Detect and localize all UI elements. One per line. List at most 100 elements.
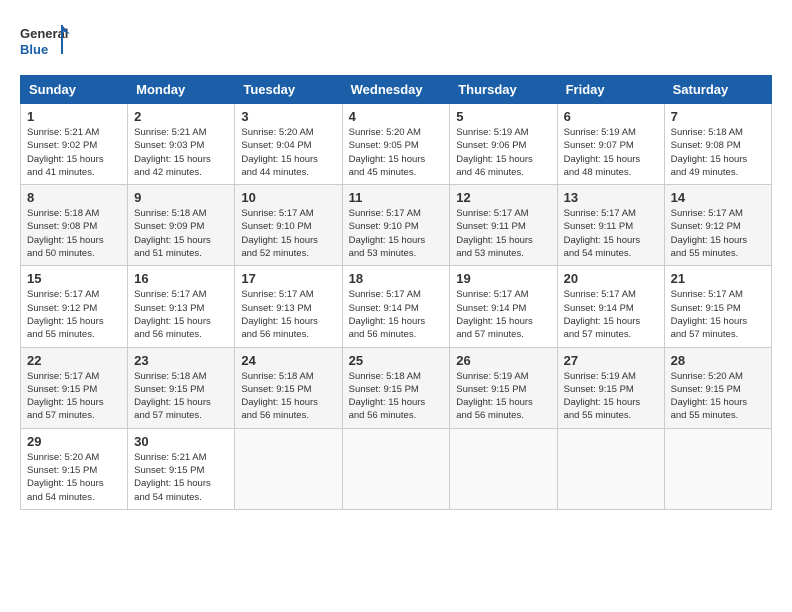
- calendar-cell: 6 Sunrise: 5:19 AM Sunset: 9:07 PM Daylig…: [557, 104, 664, 185]
- calendar-cell: 4Sunrise: 5:20 AM Sunset: 9:05 PM Daylig…: [342, 104, 450, 185]
- day-number: 23: [134, 353, 228, 368]
- day-number: 21: [671, 271, 765, 286]
- calendar-cell: 14 Sunrise: 5:17 AM Sunset: 9:12 PM Dayli…: [664, 185, 771, 266]
- day-number: 18: [349, 271, 444, 286]
- calendar-cell: 1 Sunrise: 5:21 AM Sunset: 9:02 PM Daylig…: [21, 104, 128, 185]
- day-info: Sunrise: 5:17 AM Sunset: 9:12 PM Dayligh…: [27, 288, 121, 341]
- calendar-cell: 3 Sunrise: 5:20 AM Sunset: 9:04 PM Daylig…: [235, 104, 342, 185]
- calendar-cell: 7 Sunrise: 5:18 AM Sunset: 9:08 PM Daylig…: [664, 104, 771, 185]
- column-header-saturday: Saturday: [664, 76, 771, 104]
- day-info: Sunrise: 5:17 AM Sunset: 9:15 PM Dayligh…: [671, 288, 765, 341]
- day-number: 15: [27, 271, 121, 286]
- calendar-cell: 30 Sunrise: 5:21 AM Sunset: 9:15 PM Dayli…: [128, 428, 235, 509]
- calendar-week-row: 1 Sunrise: 5:21 AM Sunset: 9:02 PM Daylig…: [21, 104, 772, 185]
- day-info: Sunrise: 5:21 AM Sunset: 9:03 PM Dayligh…: [134, 126, 228, 179]
- calendar-cell: 10 Sunrise: 5:17 AM Sunset: 9:10 PM Dayli…: [235, 185, 342, 266]
- day-number: 14: [671, 190, 765, 205]
- day-info: Sunrise: 5:19 AM Sunset: 9:15 PM Dayligh…: [456, 370, 550, 423]
- day-info: Sunrise: 5:17 AM Sunset: 9:14 PM Dayligh…: [349, 288, 444, 341]
- calendar-cell: 5 Sunrise: 5:19 AM Sunset: 9:06 PM Daylig…: [450, 104, 557, 185]
- calendar-cell: 9 Sunrise: 5:18 AM Sunset: 9:09 PM Daylig…: [128, 185, 235, 266]
- calendar-cell: 29Sunrise: 5:20 AM Sunset: 9:15 PM Dayli…: [21, 428, 128, 509]
- day-info: Sunrise: 5:21 AM Sunset: 9:15 PM Dayligh…: [134, 451, 228, 504]
- column-header-wednesday: Wednesday: [342, 76, 450, 104]
- day-info: Sunrise: 5:17 AM Sunset: 9:13 PM Dayligh…: [241, 288, 335, 341]
- day-info: Sunrise: 5:18 AM Sunset: 9:15 PM Dayligh…: [241, 370, 335, 423]
- calendar-header-row: SundayMondayTuesdayWednesdayThursdayFrid…: [21, 76, 772, 104]
- day-number: 26: [456, 353, 550, 368]
- calendar-cell: 13 Sunrise: 5:17 AM Sunset: 9:11 PM Dayli…: [557, 185, 664, 266]
- day-number: 6: [564, 109, 658, 124]
- calendar-week-row: 8Sunrise: 5:18 AM Sunset: 9:08 PM Daylig…: [21, 185, 772, 266]
- day-info: Sunrise: 5:17 AM Sunset: 9:11 PM Dayligh…: [456, 207, 550, 260]
- day-number: 5: [456, 109, 550, 124]
- column-header-tuesday: Tuesday: [235, 76, 342, 104]
- day-info: Sunrise: 5:17 AM Sunset: 9:14 PM Dayligh…: [564, 288, 658, 341]
- day-info: Sunrise: 5:17 AM Sunset: 9:10 PM Dayligh…: [241, 207, 335, 260]
- day-number: 1: [27, 109, 121, 124]
- column-header-sunday: Sunday: [21, 76, 128, 104]
- day-info: Sunrise: 5:17 AM Sunset: 9:11 PM Dayligh…: [564, 207, 658, 260]
- day-info: Sunrise: 5:17 AM Sunset: 9:10 PM Dayligh…: [349, 207, 444, 260]
- calendar-cell: [664, 428, 771, 509]
- day-number: 22: [27, 353, 121, 368]
- day-number: 11: [349, 190, 444, 205]
- day-number: 4: [349, 109, 444, 124]
- day-number: 8: [27, 190, 121, 205]
- calendar-cell: 20 Sunrise: 5:17 AM Sunset: 9:14 PM Dayli…: [557, 266, 664, 347]
- calendar-table: SundayMondayTuesdayWednesdayThursdayFrid…: [20, 75, 772, 510]
- calendar-cell: 15 Sunrise: 5:17 AM Sunset: 9:12 PM Dayli…: [21, 266, 128, 347]
- day-number: 20: [564, 271, 658, 286]
- day-number: 30: [134, 434, 228, 449]
- day-number: 3: [241, 109, 335, 124]
- day-number: 13: [564, 190, 658, 205]
- column-header-monday: Monday: [128, 76, 235, 104]
- calendar-cell: 18 Sunrise: 5:17 AM Sunset: 9:14 PM Dayli…: [342, 266, 450, 347]
- day-info: Sunrise: 5:19 AM Sunset: 9:06 PM Dayligh…: [456, 126, 550, 179]
- calendar-cell: [557, 428, 664, 509]
- day-number: 9: [134, 190, 228, 205]
- calendar-cell: 12 Sunrise: 5:17 AM Sunset: 9:11 PM Dayli…: [450, 185, 557, 266]
- calendar-cell: 26 Sunrise: 5:19 AM Sunset: 9:15 PM Dayli…: [450, 347, 557, 428]
- calendar-cell: 22 Sunrise: 5:17 AM Sunset: 9:15 PM Dayli…: [21, 347, 128, 428]
- day-info: Sunrise: 5:17 AM Sunset: 9:12 PM Dayligh…: [671, 207, 765, 260]
- calendar-cell: 27 Sunrise: 5:19 AM Sunset: 9:15 PM Dayli…: [557, 347, 664, 428]
- calendar-cell: 2Sunrise: 5:21 AM Sunset: 9:03 PM Daylig…: [128, 104, 235, 185]
- day-info: Sunrise: 5:20 AM Sunset: 9:15 PM Dayligh…: [27, 451, 121, 504]
- calendar-cell: 17 Sunrise: 5:17 AM Sunset: 9:13 PM Dayli…: [235, 266, 342, 347]
- svg-text:Blue: Blue: [20, 42, 48, 57]
- day-number: 10: [241, 190, 335, 205]
- calendar-cell: 19Sunrise: 5:17 AM Sunset: 9:14 PM Dayli…: [450, 266, 557, 347]
- calendar-cell: [342, 428, 450, 509]
- page-header: General Blue: [20, 20, 772, 65]
- calendar-cell: 24 Sunrise: 5:18 AM Sunset: 9:15 PM Dayli…: [235, 347, 342, 428]
- logo: General Blue: [20, 20, 70, 65]
- day-info: Sunrise: 5:20 AM Sunset: 9:15 PM Dayligh…: [671, 370, 765, 423]
- day-number: 24: [241, 353, 335, 368]
- day-number: 7: [671, 109, 765, 124]
- day-info: Sunrise: 5:19 AM Sunset: 9:15 PM Dayligh…: [564, 370, 658, 423]
- day-number: 19: [456, 271, 550, 286]
- calendar-cell: 8Sunrise: 5:18 AM Sunset: 9:08 PM Daylig…: [21, 185, 128, 266]
- calendar-week-row: 22 Sunrise: 5:17 AM Sunset: 9:15 PM Dayli…: [21, 347, 772, 428]
- day-info: Sunrise: 5:18 AM Sunset: 9:15 PM Dayligh…: [134, 370, 228, 423]
- day-info: Sunrise: 5:19 AM Sunset: 9:07 PM Dayligh…: [564, 126, 658, 179]
- column-header-friday: Friday: [557, 76, 664, 104]
- column-header-thursday: Thursday: [450, 76, 557, 104]
- day-info: Sunrise: 5:17 AM Sunset: 9:15 PM Dayligh…: [27, 370, 121, 423]
- day-info: Sunrise: 5:17 AM Sunset: 9:13 PM Dayligh…: [134, 288, 228, 341]
- calendar-week-row: 29Sunrise: 5:20 AM Sunset: 9:15 PM Dayli…: [21, 428, 772, 509]
- day-info: Sunrise: 5:20 AM Sunset: 9:04 PM Dayligh…: [241, 126, 335, 179]
- day-info: Sunrise: 5:21 AM Sunset: 9:02 PM Dayligh…: [27, 126, 121, 179]
- calendar-cell: [450, 428, 557, 509]
- calendar-cell: 16Sunrise: 5:17 AM Sunset: 9:13 PM Dayli…: [128, 266, 235, 347]
- day-info: Sunrise: 5:18 AM Sunset: 9:09 PM Dayligh…: [134, 207, 228, 260]
- day-number: 27: [564, 353, 658, 368]
- calendar-week-row: 15 Sunrise: 5:17 AM Sunset: 9:12 PM Dayli…: [21, 266, 772, 347]
- day-number: 17: [241, 271, 335, 286]
- calendar-cell: 21 Sunrise: 5:17 AM Sunset: 9:15 PM Dayli…: [664, 266, 771, 347]
- calendar-cell: 28Sunrise: 5:20 AM Sunset: 9:15 PM Dayli…: [664, 347, 771, 428]
- day-info: Sunrise: 5:18 AM Sunset: 9:08 PM Dayligh…: [671, 126, 765, 179]
- day-number: 25: [349, 353, 444, 368]
- day-number: 12: [456, 190, 550, 205]
